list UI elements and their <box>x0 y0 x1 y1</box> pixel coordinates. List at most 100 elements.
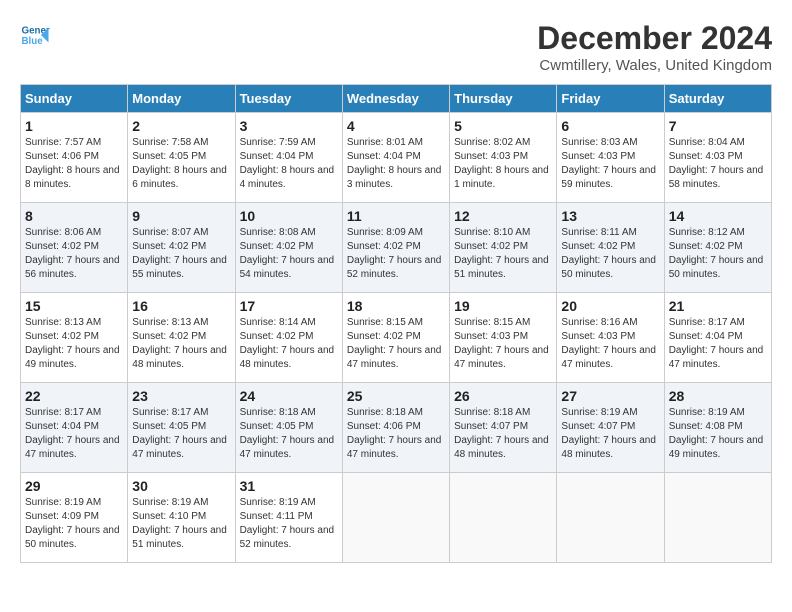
day-info: Sunrise: 8:11 AMSunset: 4:02 PMDaylight:… <box>561 226 659 282</box>
sunset-text: Sunset: 4:02 PM <box>669 240 767 254</box>
day-info: Sunrise: 8:14 AMSunset: 4:02 PMDaylight:… <box>240 316 338 372</box>
calendar-cell: 14 Sunrise: 8:12 AMSunset: 4:02 PMDayligh… <box>664 203 771 293</box>
day-info: Sunrise: 8:19 AMSunset: 4:11 PMDaylight:… <box>240 496 338 552</box>
sunrise-text: Sunrise: 8:06 AM <box>25 226 123 240</box>
column-header-monday: Monday <box>128 85 235 113</box>
calendar-cell: 6 Sunrise: 8:03 AMSunset: 4:03 PMDaylight… <box>557 113 664 203</box>
calendar-table: SundayMondayTuesdayWednesdayThursdayFrid… <box>20 84 772 563</box>
calendar-cell <box>342 473 449 563</box>
column-header-thursday: Thursday <box>450 85 557 113</box>
daylight-text: Daylight: 7 hours and 49 minutes. <box>669 434 767 462</box>
column-header-saturday: Saturday <box>664 85 771 113</box>
calendar-cell: 1Sunrise: 7:57 AMSunset: 4:06 PMDaylight… <box>21 113 128 203</box>
sunset-text: Sunset: 4:04 PM <box>25 420 123 434</box>
day-number: 27 <box>561 388 659 404</box>
logo-icon: General Blue <box>20 20 50 50</box>
column-header-friday: Friday <box>557 85 664 113</box>
day-info: Sunrise: 8:13 AMSunset: 4:02 PMDaylight:… <box>25 316 123 372</box>
sunset-text: Sunset: 4:11 PM <box>240 510 338 524</box>
sunrise-text: Sunrise: 8:17 AM <box>25 406 123 420</box>
calendar-cell: 31 Sunrise: 8:19 AMSunset: 4:11 PMDayligh… <box>235 473 342 563</box>
daylight-text: Daylight: 7 hours and 47 minutes. <box>240 434 338 462</box>
calendar-cell <box>557 473 664 563</box>
day-number: 23 <box>132 388 230 404</box>
day-number: 31 <box>240 478 338 494</box>
day-number: 6 <box>561 118 659 134</box>
day-number: 24 <box>240 388 338 404</box>
calendar-cell: 29Sunrise: 8:19 AMSunset: 4:09 PMDayligh… <box>21 473 128 563</box>
day-number: 25 <box>347 388 445 404</box>
daylight-text: Daylight: 7 hours and 52 minutes. <box>347 254 445 282</box>
sunset-text: Sunset: 4:05 PM <box>240 420 338 434</box>
calendar-cell: 26Sunrise: 8:18 AMSunset: 4:07 PMDayligh… <box>450 383 557 473</box>
calendar-cell <box>450 473 557 563</box>
sunrise-text: Sunrise: 8:09 AM <box>347 226 445 240</box>
daylight-text: Daylight: 7 hours and 50 minutes. <box>561 254 659 282</box>
sunset-text: Sunset: 4:04 PM <box>240 150 338 164</box>
daylight-text: Daylight: 8 hours and 1 minute. <box>454 164 552 192</box>
calendar-cell: 11Sunrise: 8:09 AMSunset: 4:02 PMDayligh… <box>342 203 449 293</box>
logo: General Blue <box>20 20 50 50</box>
day-number: 2 <box>132 118 230 134</box>
day-number: 30 <box>132 478 230 494</box>
day-info: Sunrise: 8:13 AMSunset: 4:02 PMDaylight:… <box>132 316 230 372</box>
sunrise-text: Sunrise: 8:19 AM <box>25 496 123 510</box>
title-block: December 2024 Cwmtillery, Wales, United … <box>537 20 772 74</box>
calendar-cell: 10Sunrise: 8:08 AMSunset: 4:02 PMDayligh… <box>235 203 342 293</box>
sunset-text: Sunset: 4:05 PM <box>132 420 230 434</box>
sunrise-text: Sunrise: 8:07 AM <box>132 226 230 240</box>
day-info: Sunrise: 8:17 AMSunset: 4:04 PMDaylight:… <box>669 316 767 372</box>
sunrise-text: Sunrise: 8:16 AM <box>561 316 659 330</box>
sunset-text: Sunset: 4:02 PM <box>454 240 552 254</box>
column-header-tuesday: Tuesday <box>235 85 342 113</box>
calendar-cell: 8Sunrise: 8:06 AMSunset: 4:02 PMDaylight… <box>21 203 128 293</box>
day-info: Sunrise: 8:15 AMSunset: 4:03 PMDaylight:… <box>454 316 552 372</box>
calendar-cell: 22Sunrise: 8:17 AMSunset: 4:04 PMDayligh… <box>21 383 128 473</box>
sunset-text: Sunset: 4:10 PM <box>132 510 230 524</box>
day-number: 1 <box>25 118 123 134</box>
day-info: Sunrise: 8:19 AMSunset: 4:10 PMDaylight:… <box>132 496 230 552</box>
daylight-text: Daylight: 7 hours and 56 minutes. <box>25 254 123 282</box>
calendar-cell: 17 Sunrise: 8:14 AMSunset: 4:02 PMDayligh… <box>235 293 342 383</box>
week-row-2: 8Sunrise: 8:06 AMSunset: 4:02 PMDaylight… <box>21 203 772 293</box>
day-number: 4 <box>347 118 445 134</box>
sunrise-text: Sunrise: 8:03 AM <box>561 136 659 150</box>
daylight-text: Daylight: 7 hours and 48 minutes. <box>240 344 338 372</box>
calendar-cell: 19Sunrise: 8:15 AMSunset: 4:03 PMDayligh… <box>450 293 557 383</box>
daylight-text: Daylight: 7 hours and 50 minutes. <box>25 524 123 552</box>
daylight-text: Daylight: 7 hours and 54 minutes. <box>240 254 338 282</box>
day-info: Sunrise: 8:02 AMSunset: 4:03 PMDaylight:… <box>454 136 552 192</box>
day-info: Sunrise: 8:03 AMSunset: 4:03 PMDaylight:… <box>561 136 659 192</box>
day-number: 14 <box>669 208 767 224</box>
daylight-text: Daylight: 7 hours and 47 minutes. <box>132 434 230 462</box>
day-number: 9 <box>132 208 230 224</box>
daylight-text: Daylight: 7 hours and 48 minutes. <box>132 344 230 372</box>
calendar-cell: 4Sunrise: 8:01 AMSunset: 4:04 PMDaylight… <box>342 113 449 203</box>
sunset-text: Sunset: 4:07 PM <box>454 420 552 434</box>
sunset-text: Sunset: 4:07 PM <box>561 420 659 434</box>
day-info: Sunrise: 8:18 AMSunset: 4:05 PMDaylight:… <box>240 406 338 462</box>
day-info: Sunrise: 8:07 AMSunset: 4:02 PMDaylight:… <box>132 226 230 282</box>
day-info: Sunrise: 8:08 AMSunset: 4:02 PMDaylight:… <box>240 226 338 282</box>
day-number: 17 <box>240 298 338 314</box>
daylight-text: Daylight: 7 hours and 58 minutes. <box>669 164 767 192</box>
daylight-text: Daylight: 7 hours and 47 minutes. <box>347 344 445 372</box>
sunset-text: Sunset: 4:02 PM <box>132 330 230 344</box>
daylight-text: Daylight: 7 hours and 48 minutes. <box>561 434 659 462</box>
day-info: Sunrise: 8:12 AMSunset: 4:02 PMDaylight:… <box>669 226 767 282</box>
calendar-cell: 3Sunrise: 7:59 AMSunset: 4:04 PMDaylight… <box>235 113 342 203</box>
sunrise-text: Sunrise: 8:08 AM <box>240 226 338 240</box>
day-info: Sunrise: 8:19 AMSunset: 4:09 PMDaylight:… <box>25 496 123 552</box>
calendar-cell: 30 Sunrise: 8:19 AMSunset: 4:10 PMDayligh… <box>128 473 235 563</box>
sunrise-text: Sunrise: 8:01 AM <box>347 136 445 150</box>
sunrise-text: Sunrise: 8:11 AM <box>561 226 659 240</box>
column-header-wednesday: Wednesday <box>342 85 449 113</box>
week-row-1: 1Sunrise: 7:57 AMSunset: 4:06 PMDaylight… <box>21 113 772 203</box>
day-info: Sunrise: 8:04 AMSunset: 4:03 PMDaylight:… <box>669 136 767 192</box>
day-number: 11 <box>347 208 445 224</box>
sunset-text: Sunset: 4:02 PM <box>240 240 338 254</box>
sunset-text: Sunset: 4:03 PM <box>454 150 552 164</box>
daylight-text: Daylight: 7 hours and 50 minutes. <box>669 254 767 282</box>
daylight-text: Daylight: 7 hours and 51 minutes. <box>454 254 552 282</box>
day-info: Sunrise: 8:18 AMSunset: 4:07 PMDaylight:… <box>454 406 552 462</box>
